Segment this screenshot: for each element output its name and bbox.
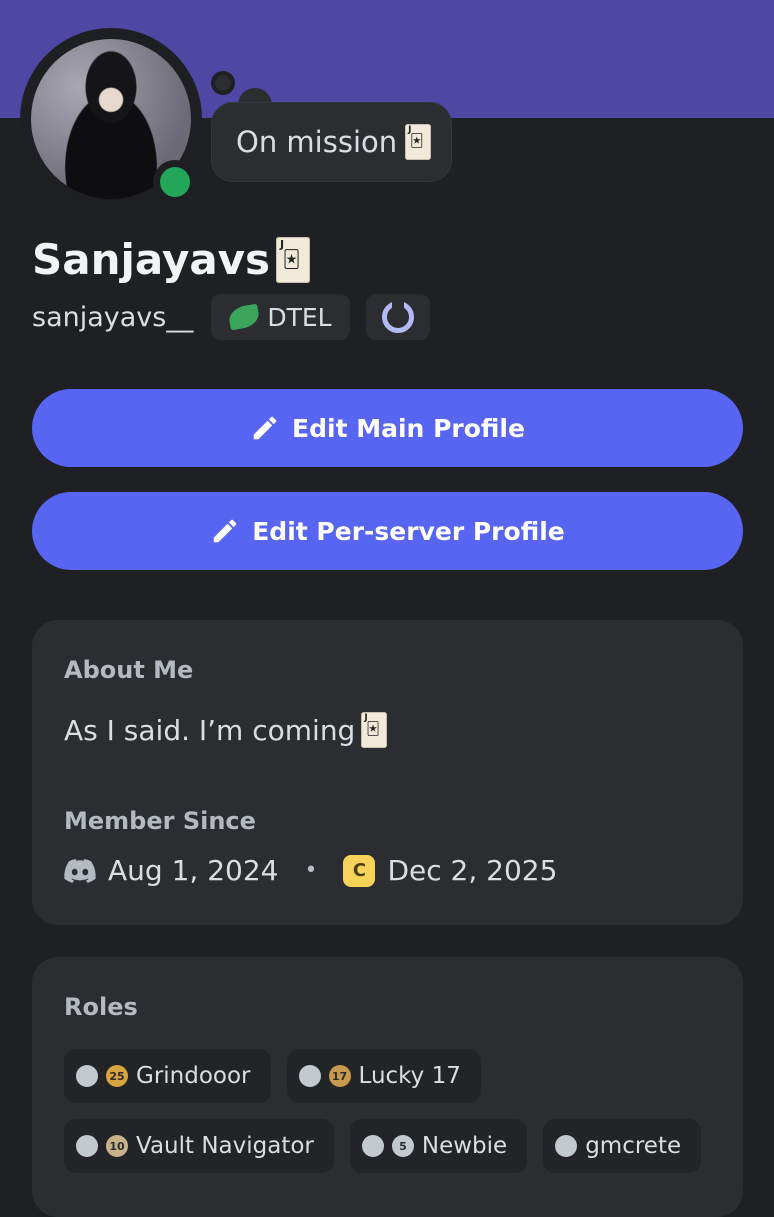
roles-heading: Roles xyxy=(64,993,138,1021)
role-label: Grindooor xyxy=(136,1063,251,1089)
role-chip[interactable]: 25 Grindooor xyxy=(64,1049,271,1103)
role-chip[interactable]: 10 Vault Navigator xyxy=(64,1119,334,1173)
role-chip[interactable]: 5 Newbie xyxy=(349,1119,528,1173)
role-level-icon: 25 xyxy=(106,1065,128,1087)
role-level-icon: 5 xyxy=(391,1135,414,1157)
pencil-icon xyxy=(213,519,237,543)
joker-card-emoji-icon xyxy=(405,124,432,160)
edit-main-profile-label: Edit Main Profile xyxy=(292,413,525,443)
display-name-text: Sanjayavs xyxy=(32,235,271,284)
laurel-badge-icon xyxy=(381,300,414,333)
role-color-dot xyxy=(298,1065,321,1087)
about-panel: About Me As I said. I’m coming Member Si… xyxy=(32,620,743,925)
leaf-icon xyxy=(227,303,262,331)
server-member-since-date: Dec 2, 2025 xyxy=(387,854,558,887)
role-label: Lucky 17 xyxy=(358,1063,461,1089)
about-me-heading: About Me xyxy=(64,656,194,684)
role-chip[interactable]: 17 Lucky 17 xyxy=(286,1049,481,1103)
role-label: gmcrete xyxy=(585,1133,682,1159)
role-color-dot xyxy=(361,1135,384,1157)
roles-list: 25 Grindooor 17 Lucky 17 10 Vault Naviga… xyxy=(64,1049,724,1173)
username-row: sanjayavs__ DTEL xyxy=(32,294,430,340)
role-color-dot xyxy=(76,1065,98,1087)
role-chip[interactable]: gmcrete xyxy=(543,1119,702,1173)
edit-per-server-profile-label: Edit Per-server Profile xyxy=(252,516,565,546)
edit-main-profile-button[interactable]: Edit Main Profile xyxy=(32,389,743,467)
member-since-heading: Member Since xyxy=(64,807,256,835)
username: sanjayavs__ xyxy=(32,301,194,333)
date-separator: • xyxy=(304,858,318,883)
clan-tag-label: DTEL xyxy=(267,302,332,332)
joker-card-emoji-icon xyxy=(361,712,388,748)
discord-logo-icon xyxy=(64,858,96,883)
custom-status-text: On mission xyxy=(236,125,398,159)
roles-panel: Roles 25 Grindooor 17 Lucky 17 10 Vault … xyxy=(32,957,743,1217)
pencil-icon xyxy=(253,416,277,440)
role-label: Vault Navigator xyxy=(136,1133,314,1159)
clan-tag[interactable]: DTEL xyxy=(211,294,350,340)
about-me-body: As I said. I’m coming xyxy=(64,713,356,747)
edit-per-server-profile-button[interactable]: Edit Per-server Profile xyxy=(32,492,743,570)
about-me-text: As I said. I’m coming xyxy=(64,712,388,748)
joker-card-emoji-icon xyxy=(276,236,311,283)
server-icon: C xyxy=(343,854,376,887)
display-name: Sanjayavs xyxy=(32,235,311,284)
thought-bubble-small-dot xyxy=(211,71,235,95)
member-since-row: Aug 1, 2024 • C Dec 2, 2025 xyxy=(64,854,557,887)
role-label: Newbie xyxy=(421,1133,508,1159)
discord-member-since-date: Aug 1, 2024 xyxy=(108,854,279,887)
role-level-icon: 17 xyxy=(328,1065,351,1087)
role-color-dot xyxy=(555,1135,578,1157)
online-status-icon xyxy=(160,167,190,197)
profile-badge[interactable] xyxy=(365,294,430,340)
role-color-dot xyxy=(76,1135,98,1157)
role-level-icon: 10 xyxy=(106,1135,128,1157)
custom-status-bubble[interactable]: On mission xyxy=(211,102,452,182)
